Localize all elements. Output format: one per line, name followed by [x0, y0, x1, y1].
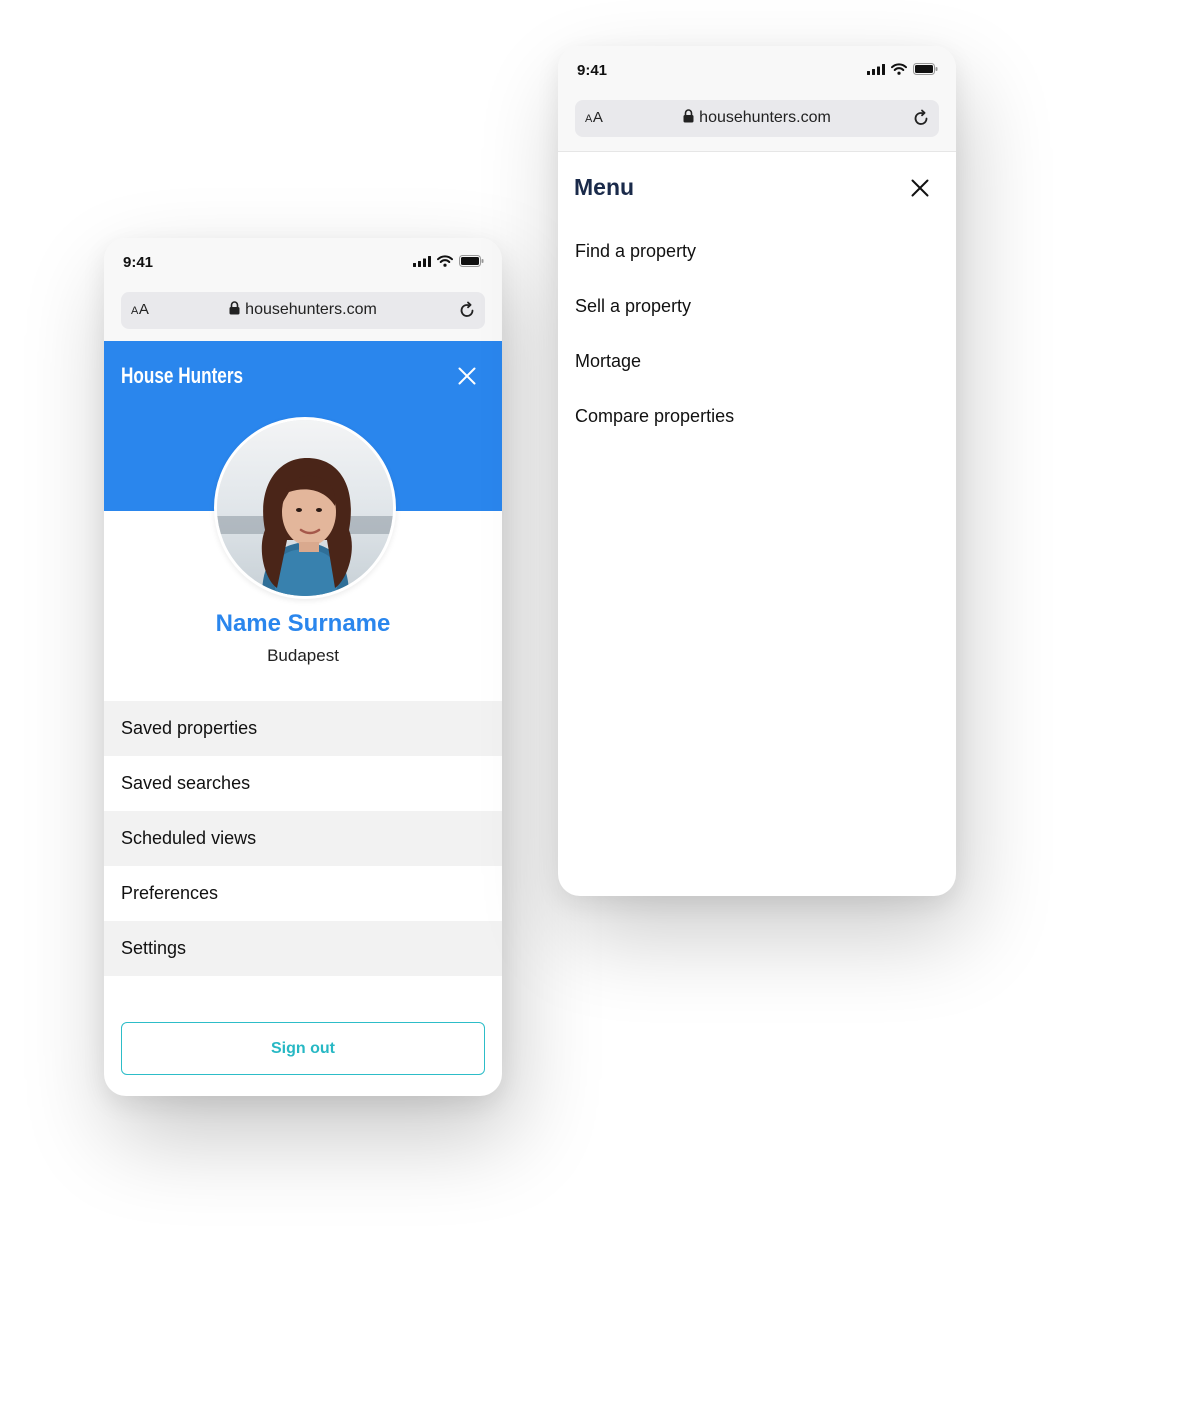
- menu-title: Menu: [574, 174, 635, 200]
- menu-item-settings[interactable]: Settings: [104, 921, 502, 976]
- status-bar: 9:41: [104, 252, 502, 274]
- profile-menu: Saved properties Saved searches Schedule…: [104, 701, 502, 976]
- menu-item-scheduled-views[interactable]: Scheduled views: [104, 811, 502, 866]
- lock-icon: [683, 109, 694, 123]
- reload-icon[interactable]: [911, 108, 931, 128]
- nav-menu: Find a property Sell a property Mortage …: [575, 226, 734, 446]
- menu-phone: 9:41 AA househunters.com Menu Find a pro…: [558, 46, 956, 896]
- menu-item-saved-properties[interactable]: Saved properties: [104, 701, 502, 756]
- signal-icon: [413, 255, 431, 267]
- wifi-icon: [437, 255, 453, 267]
- status-bar: 9:41: [558, 60, 956, 82]
- nav-item-sell-property[interactable]: Sell a property: [575, 281, 734, 336]
- close-icon[interactable]: [911, 179, 929, 197]
- url-text: househunters.com: [245, 301, 377, 318]
- sign-out-button[interactable]: Sign out: [121, 1022, 485, 1075]
- battery-icon: [913, 63, 938, 75]
- profile-city: Budapest: [267, 646, 339, 665]
- nav-item-mortgage[interactable]: Mortage: [575, 336, 734, 391]
- menu-item-saved-searches[interactable]: Saved searches: [104, 756, 502, 811]
- status-time: 9:41: [577, 62, 608, 79]
- avatar: [214, 417, 396, 599]
- profile-name: Name Surname: [215, 610, 391, 637]
- url-bar[interactable]: AA househunters.com: [121, 292, 485, 329]
- url-text: househunters.com: [699, 109, 831, 126]
- menu-item-preferences[interactable]: Preferences: [104, 866, 502, 921]
- nav-item-find-property[interactable]: Find a property: [575, 226, 734, 281]
- brand-logo: House Hunters: [121, 363, 244, 388]
- avatar-photo: [217, 420, 393, 596]
- nav-item-compare-properties[interactable]: Compare properties: [575, 391, 734, 446]
- status-time: 9:41: [123, 254, 154, 271]
- browser-chrome: 9:41 AA househunters.com: [558, 46, 956, 152]
- battery-icon: [459, 255, 484, 267]
- url-bar[interactable]: AA househunters.com: [575, 100, 939, 137]
- reload-icon[interactable]: [457, 300, 477, 320]
- wifi-icon: [891, 63, 907, 75]
- profile-phone: 9:41 AA househunters.com House Hunters N…: [104, 238, 502, 1096]
- signal-icon: [867, 63, 885, 75]
- browser-chrome: 9:41 AA househunters.com: [104, 238, 502, 341]
- close-icon[interactable]: [458, 367, 476, 385]
- lock-icon: [229, 301, 240, 315]
